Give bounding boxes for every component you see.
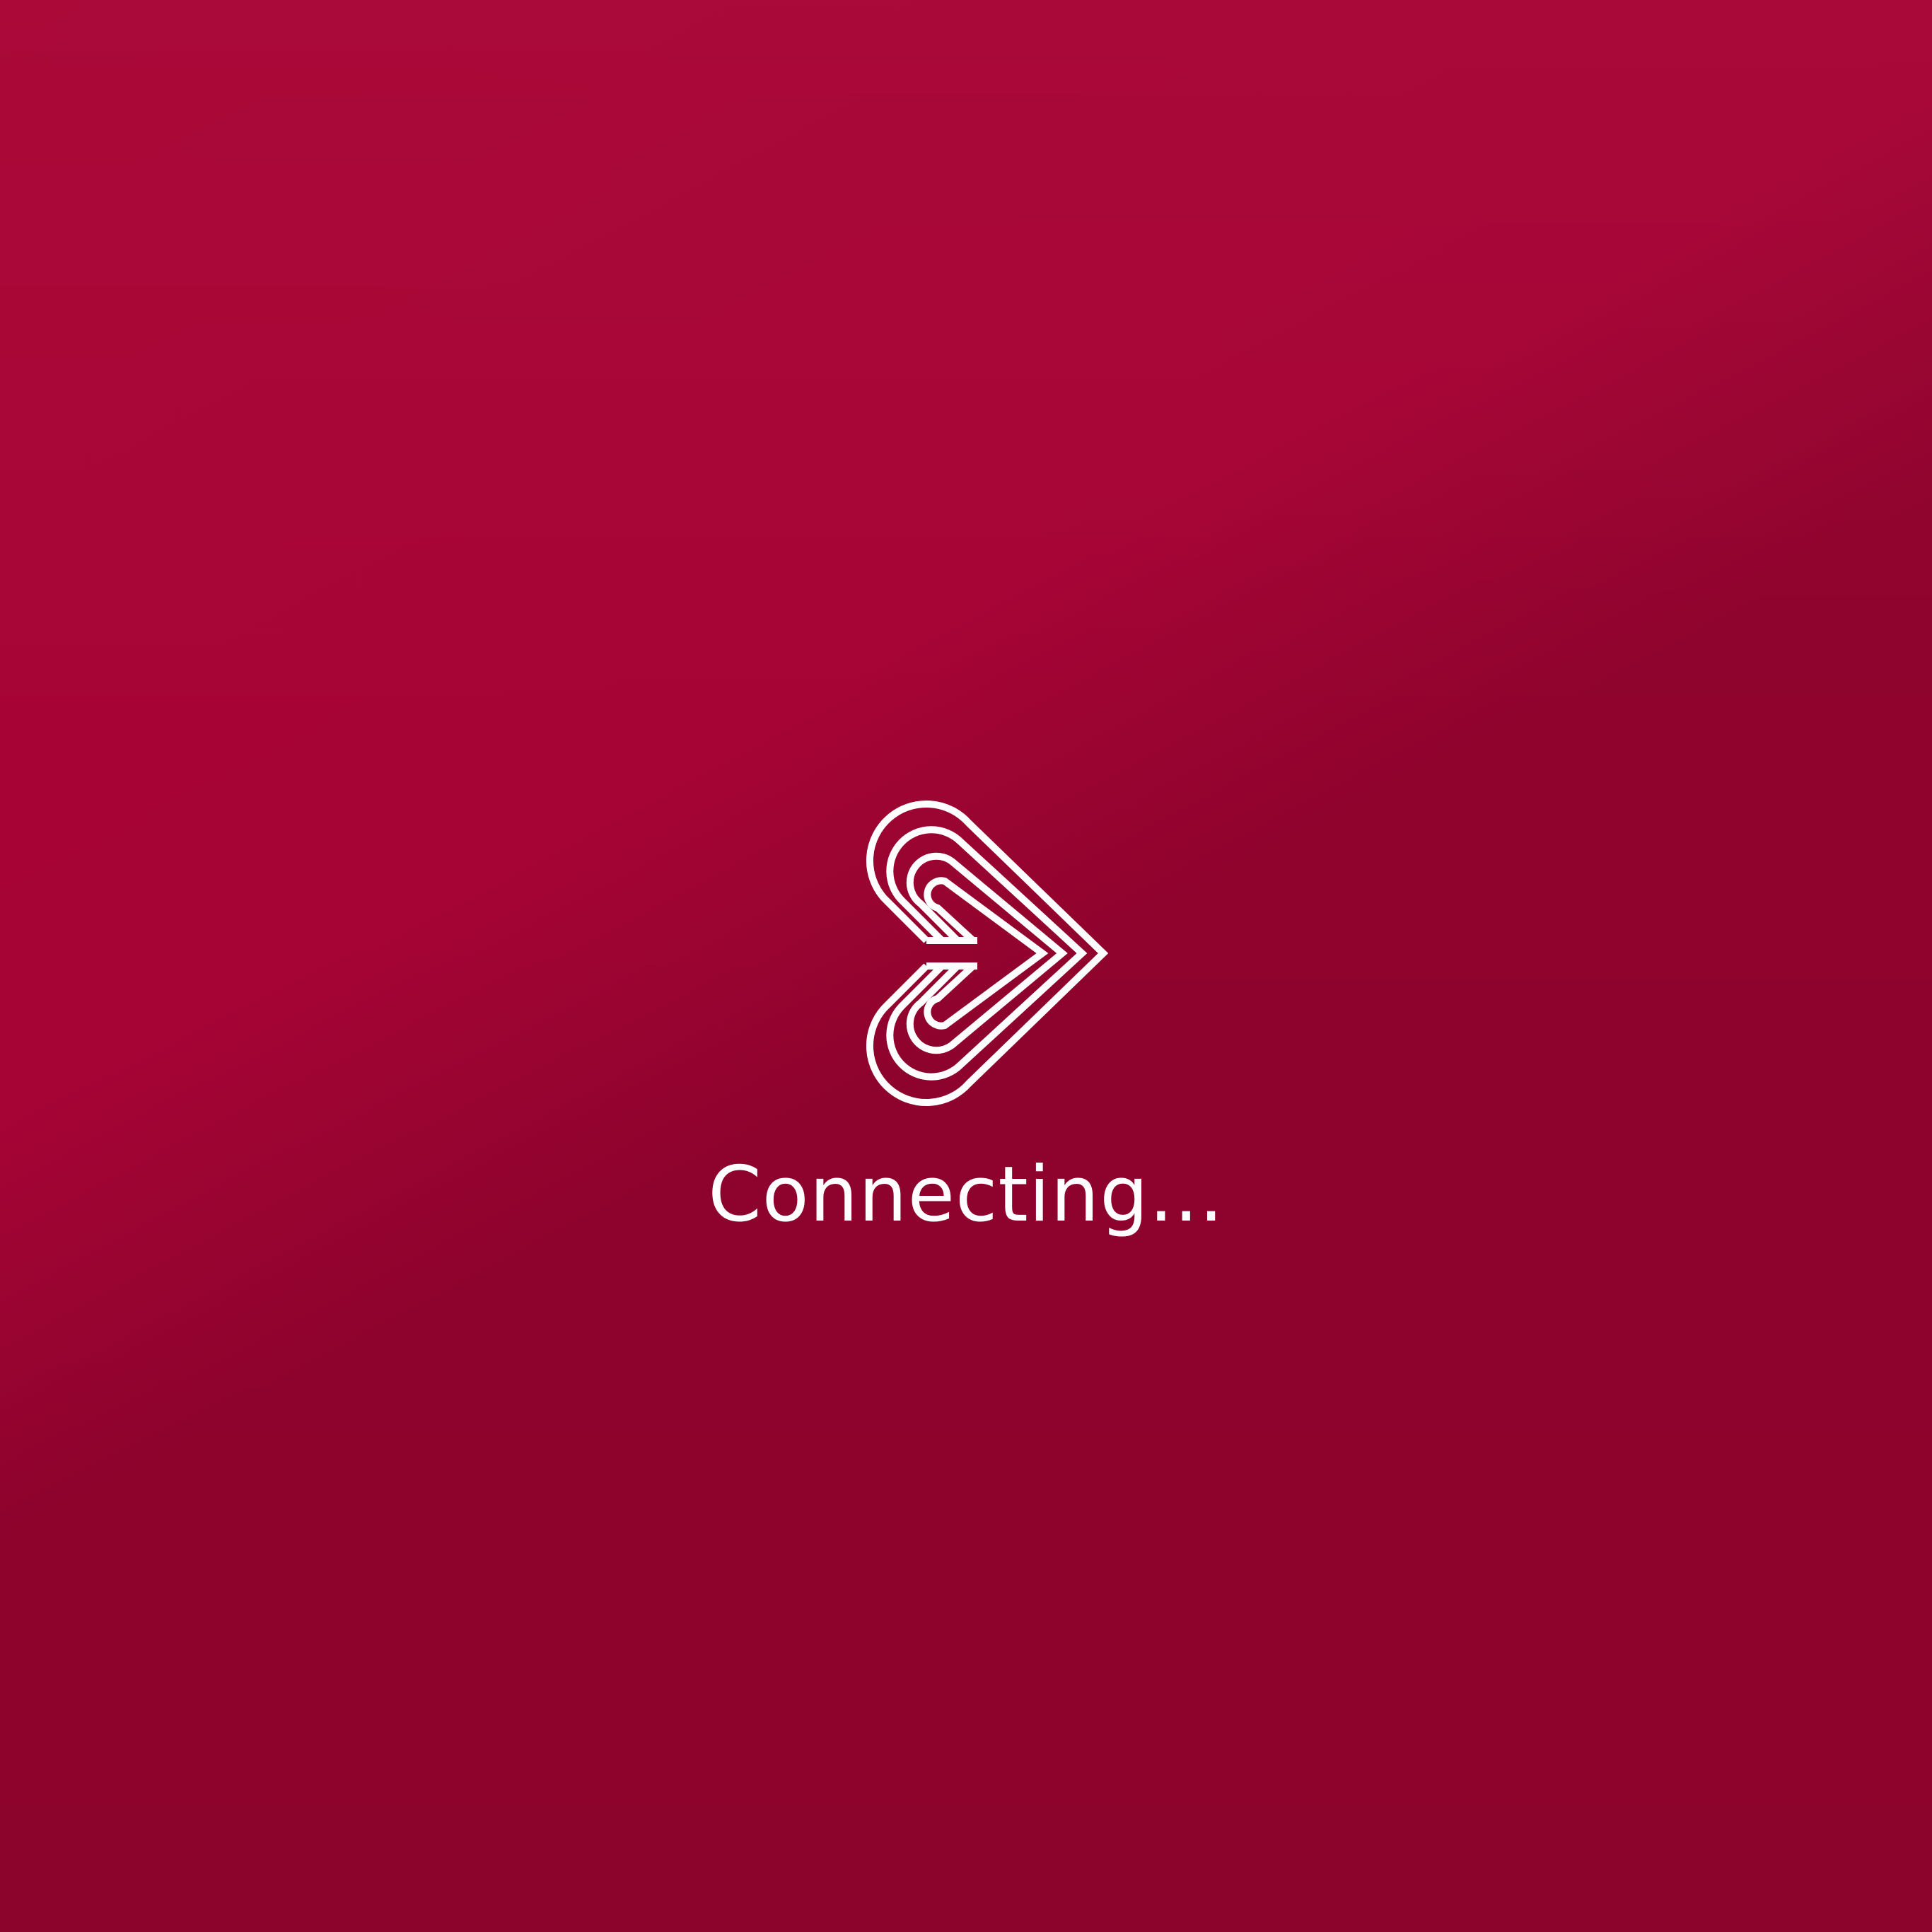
heart-stripes-logo-icon (856, 793, 1115, 1110)
splash-screen: Connecting... (0, 0, 1932, 1932)
connecting-status-text: Connecting... (708, 1151, 1224, 1239)
